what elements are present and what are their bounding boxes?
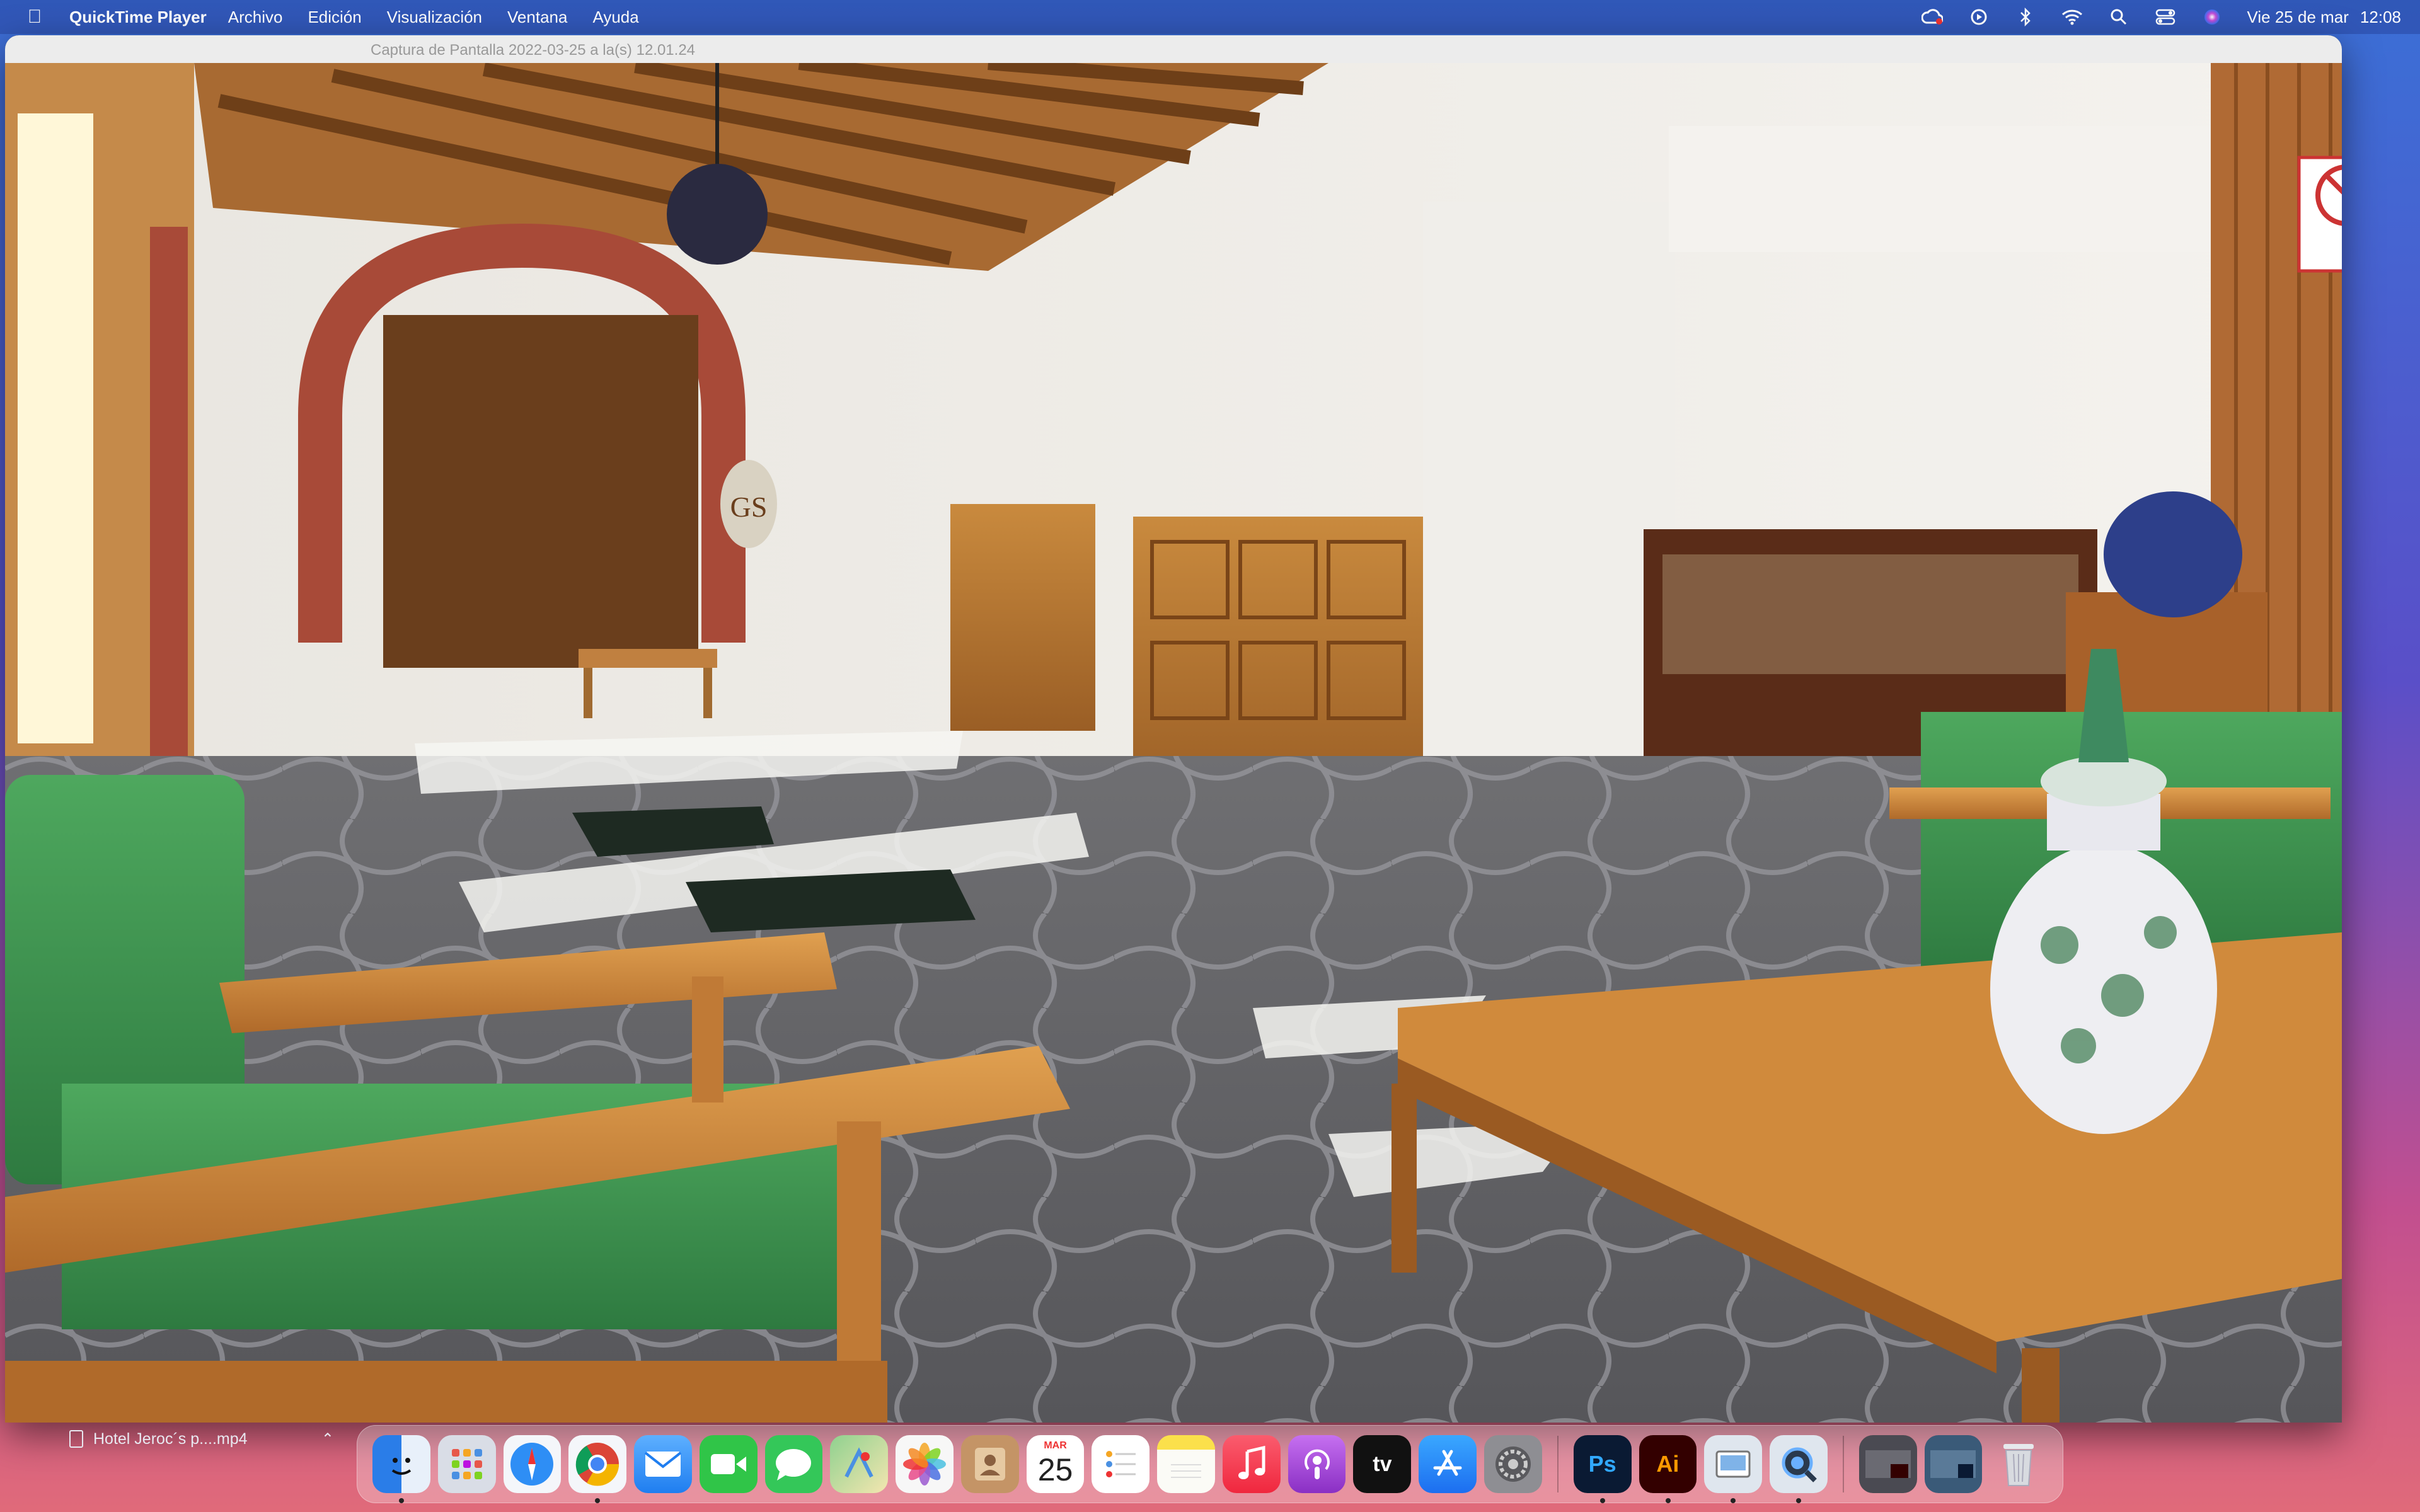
photoshop-icon[interactable]: Ps (1573, 1435, 1632, 1503)
menu-archivo[interactable]: Archivo (228, 8, 283, 27)
apple-menu-icon[interactable]:  (19, 6, 50, 28)
finder-icon[interactable] (372, 1435, 430, 1503)
window-title: Captura de Pantalla 2022-03-25 a la(s) 1… (371, 42, 696, 59)
menu-ayuda[interactable]: Ayuda (592, 8, 638, 27)
quicktime-window[interactable]: Captura de Pantalla 2022-03-25 a la(s) 1… (5, 35, 2342, 1423)
menu-date: Vie 25 de mar (2247, 7, 2349, 26)
siri-icon[interactable] (2201, 6, 2223, 28)
app-menu[interactable]: QuickTime Player (69, 8, 207, 27)
running-indicator (1796, 1498, 1802, 1503)
door-logo: GS (730, 491, 768, 523)
minimized-window-title: Hotel Jeroc´s p....mp4 (93, 1429, 248, 1448)
running-indicator (1665, 1498, 1671, 1503)
preview-icon[interactable] (1704, 1435, 1763, 1503)
notes-icon[interactable] (1157, 1435, 1215, 1493)
mail-icon[interactable] (634, 1435, 692, 1493)
document-icon (69, 1430, 83, 1448)
video-scene: GS (5, 63, 2342, 1423)
left-window (18, 113, 93, 743)
facetime-icon[interactable] (699, 1435, 758, 1493)
control-center-icon[interactable] (2154, 6, 2177, 28)
minimized-document-thumbnail-icon[interactable] (1924, 1435, 1983, 1493)
running-indicator (595, 1498, 601, 1503)
column-right (1423, 202, 1675, 844)
dock: MAR 25 tv Ps Ai (357, 1425, 2063, 1503)
photos-icon[interactable] (896, 1435, 954, 1493)
search-icon[interactable] (2107, 6, 2130, 28)
running-indicator (399, 1498, 404, 1503)
minimized-window-thumbnail-icon[interactable] (1858, 1435, 1917, 1493)
dock-separator (1842, 1436, 1844, 1492)
reminders-icon[interactable] (1092, 1435, 1150, 1493)
menu-ventana[interactable]: Ventana (507, 8, 567, 27)
entrance-doors (383, 315, 698, 668)
dock-separator (1557, 1436, 1559, 1492)
menu-edicion[interactable]: Edición (308, 8, 361, 27)
apple-tv-icon[interactable]: tv (1353, 1435, 1412, 1493)
hanging-lamp (667, 164, 768, 265)
video-frame[interactable]: GS (5, 63, 2342, 1423)
chevron-up-icon[interactable]: ⌃ (321, 1430, 334, 1448)
messages-icon[interactable] (764, 1435, 823, 1493)
play-circle-icon[interactable] (1968, 6, 1990, 28)
illustrator-label: Ai (1656, 1451, 1680, 1477)
quicktime-icon[interactable] (1770, 1435, 1828, 1503)
safari-icon[interactable] (503, 1435, 562, 1493)
system-preferences-icon[interactable] (1484, 1435, 1542, 1493)
warning-sign (2297, 156, 2342, 273)
menu-clock[interactable]: Vie 25 de mar 12:08 (2247, 8, 2401, 27)
running-indicator (1731, 1498, 1736, 1503)
wifi-icon[interactable] (2061, 6, 2083, 28)
illustrator-icon[interactable]: Ai (1639, 1435, 1697, 1503)
calendar-icon[interactable]: MAR 25 (1026, 1435, 1085, 1493)
maps-icon[interactable] (830, 1435, 889, 1493)
photoshop-label: Ps (1588, 1451, 1616, 1477)
apple-tv-label: tv (1373, 1452, 1392, 1476)
talavera-jar-back (2104, 491, 2242, 617)
window-titlebar[interactable]: Captura de Pantalla 2022-03-25 a la(s) 1… (5, 35, 2342, 66)
running-indicator (1599, 1498, 1605, 1503)
counter-left (950, 504, 1095, 731)
launchpad-icon[interactable] (437, 1435, 496, 1493)
bluetooth-icon[interactable] (2014, 6, 2037, 28)
creative-cloud-icon[interactable] (1921, 6, 1944, 28)
contacts-icon[interactable] (960, 1435, 1019, 1493)
menu-bar:  QuickTime Player Archivo Edición Visua… (0, 0, 2420, 34)
music-icon[interactable] (1222, 1435, 1281, 1493)
minimized-window-label[interactable]: Hotel Jeroc´s p....mp4 ⌃ (69, 1425, 334, 1453)
calendar-month: MAR (1044, 1440, 1067, 1451)
podcasts-icon[interactable] (1288, 1435, 1346, 1493)
app-store-icon[interactable] (1419, 1435, 1477, 1493)
menu-visualizacion[interactable]: Visualización (387, 8, 482, 27)
chrome-icon[interactable] (568, 1435, 627, 1503)
calendar-day: 25 (1037, 1452, 1073, 1487)
trash-icon[interactable] (1990, 1435, 2048, 1493)
status-area: Vie 25 de mar 12:08 (1921, 6, 2401, 28)
menu-time: 12:08 (2360, 7, 2401, 26)
